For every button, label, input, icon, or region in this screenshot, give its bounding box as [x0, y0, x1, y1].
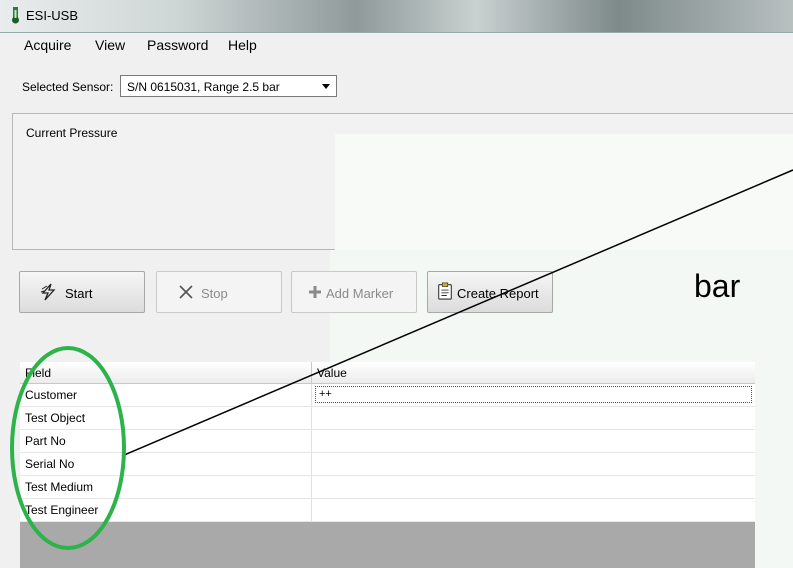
- grid-header-row: Field Value: [20, 362, 755, 384]
- menu-view[interactable]: View: [95, 37, 125, 53]
- menu-password[interactable]: Password: [147, 37, 208, 53]
- grid-row[interactable]: Serial No: [20, 453, 755, 476]
- selected-sensor-label: Selected Sensor:: [22, 80, 114, 94]
- chevron-down-icon: [322, 84, 330, 89]
- window-title: ESI-USB: [26, 8, 79, 23]
- report-fields-grid: Field Value Customer ++ Test Object Part…: [20, 362, 755, 568]
- grid-row[interactable]: Test Engineer: [20, 499, 755, 522]
- field-cell: Test Engineer: [20, 499, 312, 521]
- plus-icon: [309, 286, 321, 298]
- x-icon: [179, 285, 193, 299]
- value-edit-cell[interactable]: ++: [315, 386, 752, 403]
- field-cell: Customer: [20, 384, 312, 406]
- field-cell: Part No: [20, 430, 312, 452]
- start-button-label: Start: [65, 286, 93, 301]
- pressure-unit: bar: [694, 268, 741, 304]
- create-report-button[interactable]: Create Report: [427, 271, 553, 313]
- grid-row[interactable]: Part No: [20, 430, 755, 453]
- stop-button[interactable]: Stop: [156, 271, 282, 313]
- start-button[interactable]: Start: [19, 271, 145, 313]
- lightning-icon: [40, 283, 56, 301]
- sensor-dropdown[interactable]: S/N 0615031, Range 2.5 bar: [120, 75, 337, 97]
- add-marker-button[interactable]: Add Marker: [291, 271, 417, 313]
- sensor-dropdown-value: S/N 0615031, Range 2.5 bar: [127, 80, 280, 94]
- grid-body: Field Value Customer ++ Test Object Part…: [20, 362, 755, 522]
- value-column-header[interactable]: Value: [312, 362, 755, 383]
- add-marker-button-label: Add Marker: [326, 286, 394, 301]
- grid-row[interactable]: Test Medium: [20, 476, 755, 499]
- value-cell[interactable]: [312, 499, 755, 521]
- field-cell: Serial No: [20, 453, 312, 475]
- value-cell[interactable]: [312, 453, 755, 475]
- grid-row[interactable]: Test Object: [20, 407, 755, 430]
- value-cell[interactable]: [312, 476, 755, 498]
- panel-background: [335, 134, 793, 251]
- menu-bar: Acquire View Password Help: [0, 33, 793, 59]
- current-pressure-label: Current Pressure: [26, 126, 118, 140]
- menu-acquire[interactable]: Acquire: [24, 37, 71, 53]
- value-cell[interactable]: [312, 407, 755, 429]
- field-cell: Test Object: [20, 407, 312, 429]
- stop-button-label: Stop: [201, 286, 228, 301]
- clipboard-icon: [438, 282, 452, 300]
- current-pressure-panel: Current Pressure: [12, 113, 793, 251]
- window-titlebar: ESI-USB: [0, 0, 793, 33]
- field-column-header[interactable]: Field: [20, 362, 312, 383]
- grid-row[interactable]: Customer ++: [20, 384, 755, 407]
- create-report-button-label: Create Report: [457, 286, 539, 301]
- value-cell[interactable]: [312, 430, 755, 452]
- thermometer-icon: [12, 7, 19, 24]
- menu-help[interactable]: Help: [228, 37, 257, 53]
- field-cell: Test Medium: [20, 476, 312, 498]
